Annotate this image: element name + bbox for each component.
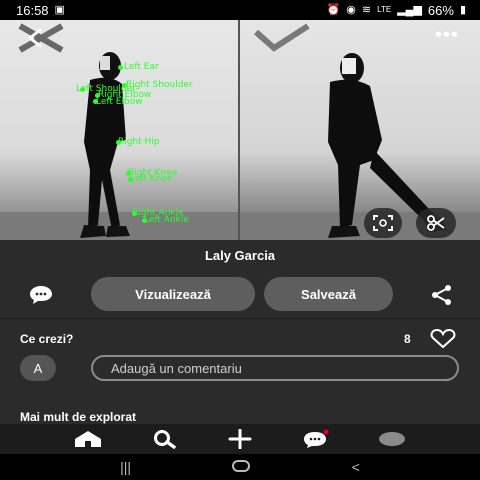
checkmark-overlay-icon [254,22,310,52]
comment-input[interactable] [91,355,459,381]
home-system-icon[interactable] [231,459,251,476]
visual-search-button[interactable] [364,208,402,238]
avatar[interactable]: A [20,355,56,381]
cutout-button[interactable] [416,208,456,238]
more-dots-icon: ••• [434,23,459,46]
gallery-notification-icon: ▣ [54,3,65,16]
status-bar: 16:58 ▣ ⏰ ◉ ≋ LTE ▂▄▆ 66% ▮ [0,0,480,20]
alarm-icon: ⏰ [326,3,341,16]
system-nav-bar: ||| < [0,454,480,480]
messages-icon [304,429,329,448]
nav-messages[interactable] [296,427,336,451]
nav-create[interactable] [220,427,260,451]
share-icon [432,285,451,305]
search-icon [154,430,176,449]
back-arrow-icon [18,23,64,53]
comments-heading: Ce crezi? [20,332,74,346]
like-count: 8 [404,332,411,346]
pose-label: Left Knee [130,174,173,184]
recent-apps-icon[interactable]: ||| [120,459,131,475]
save-button[interactable]: Salvează [264,277,393,311]
pose-label: Right Hip [118,137,160,147]
bottom-nav [0,424,480,454]
like-button[interactable] [430,328,456,349]
nav-search[interactable] [144,427,184,451]
network-type: LTE [377,5,392,14]
share-button[interactable] [430,284,454,306]
status-time: 16:58 [16,2,49,18]
explore-heading: Mai mult de explorat [20,410,137,424]
create-icon [228,429,252,449]
pin-image[interactable]: Left Ear Right Shoulder Left Shoulder Ri… [0,20,480,240]
profile-icon [379,432,405,446]
hotspot-icon: ◉ [346,3,356,16]
back-button[interactable] [10,22,72,54]
back-system-icon[interactable]: < [352,459,360,475]
photo-panel-right [240,20,480,240]
section-divider [0,318,480,319]
home-icon [75,431,101,447]
pose-label: Left Ear [124,62,159,72]
nav-home[interactable] [68,427,108,451]
view-button[interactable]: Vizualizează [91,277,255,311]
more-options-button[interactable]: ••• [432,24,462,46]
scissors-icon [427,215,445,231]
pin-details-sheet: Laly Garcia Vizualizează Salvează Ce cre… [0,240,480,424]
nav-profile[interactable] [372,427,412,451]
signal-icon: ▂▄▆ [397,3,422,16]
pose-label: Left Elbow [96,97,143,107]
pose-label: Left Ankle [144,215,189,225]
keypoint [118,65,123,70]
battery-icon: ▮ [459,3,466,16]
comment-bubble-icon [30,286,52,304]
battery-percent: 66% [427,2,454,18]
heart-icon [430,328,456,349]
comment-button[interactable] [28,284,54,306]
lens-scan-icon [373,215,393,231]
wifi-icon: ≋ [361,3,372,16]
pin-author-title[interactable]: Laly Garcia [0,248,480,263]
